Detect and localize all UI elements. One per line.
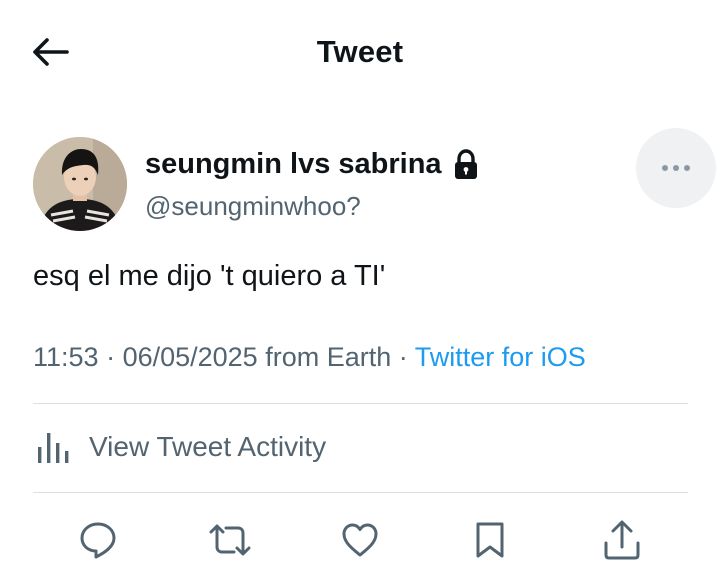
bookmark-icon xyxy=(476,522,504,558)
divider xyxy=(33,403,688,404)
more-options-button[interactable] xyxy=(636,128,716,208)
tweet-text: esq el me dijo 't quiero a TI' xyxy=(33,260,386,292)
reply-button[interactable] xyxy=(73,515,123,565)
divider xyxy=(33,492,688,493)
author-name[interactable]: seungmin lvs sabrina xyxy=(145,148,480,181)
bar-chart-icon xyxy=(38,433,69,463)
page-title: Tweet xyxy=(316,34,404,69)
retweet-icon xyxy=(209,524,251,556)
lock-icon xyxy=(454,148,477,179)
share-icon xyxy=(604,520,640,560)
view-tweet-activity-button[interactable]: View Tweet Activity xyxy=(33,422,326,472)
view-tweet-activity-label: View Tweet Activity xyxy=(89,431,327,462)
bookmark-button[interactable] xyxy=(465,515,515,565)
tweet-date: 06/05/2025 xyxy=(122,342,258,372)
share-button[interactable] xyxy=(597,515,647,565)
like-icon xyxy=(342,523,378,557)
top-bar: Tweet xyxy=(0,0,720,108)
tweet-time: 11:53 xyxy=(33,342,99,372)
tweet-location: from Earth xyxy=(257,342,392,372)
tweet-meta: 11:53 · 06/05/2025 from Earth · Twitter … xyxy=(33,342,586,373)
more-horizontal-icon xyxy=(662,165,690,171)
display-name: seungmin lvs sabrina xyxy=(145,148,442,180)
action-bar xyxy=(0,515,720,570)
like-button[interactable] xyxy=(335,515,385,565)
meta-separator-2: · xyxy=(391,342,415,372)
avatar-photo xyxy=(33,137,127,231)
tweet-source-link[interactable]: Twitter for iOS xyxy=(415,342,586,372)
reply-icon xyxy=(80,522,116,559)
meta-separator: · xyxy=(98,342,123,372)
retweet-button[interactable] xyxy=(205,515,255,565)
avatar[interactable] xyxy=(33,137,127,231)
tweet-detail-screen: Tweet seungmin lvs sabrina @seungminwhoo… xyxy=(0,0,720,575)
author-handle[interactable]: @seungminwhoo? xyxy=(145,191,361,222)
